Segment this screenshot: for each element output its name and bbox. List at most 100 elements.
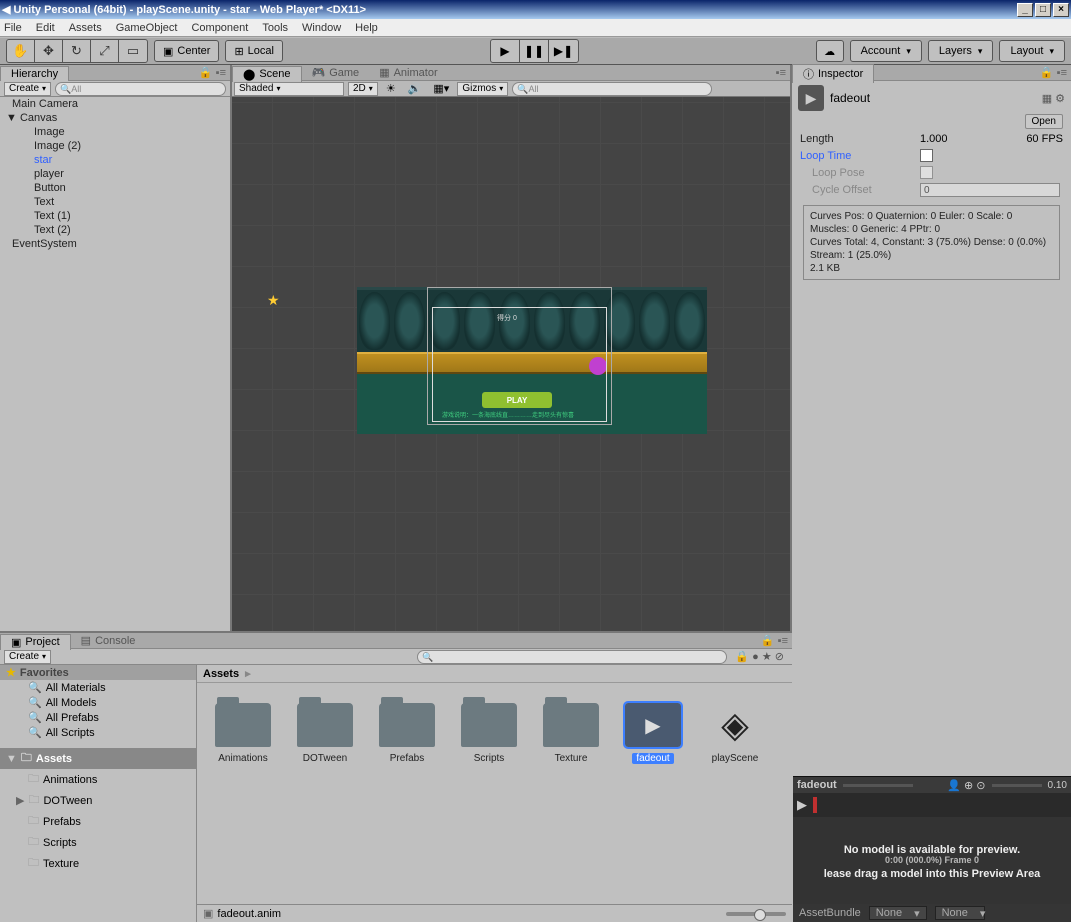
tree-item[interactable]: ▶🗀DOTween <box>0 790 196 811</box>
project-icon: ▣ <box>11 636 21 649</box>
console-icon: ▤ <box>81 634 91 647</box>
context-icon[interactable]: ▦ ⚙ <box>1042 92 1065 105</box>
icon-size-slider[interactable] <box>726 912 786 916</box>
project-footer: ▣ fadeout.anim <box>197 904 792 922</box>
menu-gameobject[interactable]: GameObject <box>116 22 178 34</box>
main-toolbar: ✋ ✥ ↻ ⤢ ▭ ▣Center ⊞Local ▶ ❚❚ ▶❚ ☁ Accou… <box>0 37 1071 65</box>
shading-dropdown[interactable]: Shaded <box>234 82 344 96</box>
assets-header[interactable]: ▼🗀Assets <box>0 748 196 769</box>
preview-header[interactable]: fadeout 👤 ⊕ ⊙ 0.10 <box>793 777 1071 793</box>
pivot-local-button[interactable]: ⊞Local <box>225 40 283 62</box>
layout-dropdown[interactable]: Layout <box>999 40 1065 62</box>
lighting-toggle-icon[interactable]: ☀ <box>382 82 400 95</box>
step-button[interactable]: ▶❚ <box>549 40 578 62</box>
breadcrumb[interactable]: Assets▸ <box>197 665 792 683</box>
fps-value: 60 FPS <box>1026 133 1063 145</box>
tree-item[interactable]: 🗀Scripts <box>0 832 196 853</box>
hierarchy-item[interactable]: Text (1) <box>0 209 230 223</box>
hierarchy-item[interactable]: ▼ Canvas <box>0 111 230 125</box>
panel-lock-icon[interactable]: 🔒 ▪≡ <box>195 66 230 79</box>
inspector-header: ▶ fadeout ▦ ⚙ <box>792 81 1071 115</box>
hierarchy-item[interactable]: Main Camera <box>0 97 230 111</box>
layers-dropdown[interactable]: Layers <box>928 40 994 62</box>
menu-component[interactable]: Component <box>191 22 248 34</box>
tree-item[interactable]: 🗀Texture <box>0 853 196 874</box>
menu-assets[interactable]: Assets <box>69 22 102 34</box>
hierarchy-item[interactable]: EventSystem <box>0 237 230 251</box>
project-tab[interactable]: ▣Project <box>0 634 71 650</box>
play-button[interactable]: ▶ <box>491 40 520 62</box>
account-dropdown[interactable]: Account <box>850 40 922 62</box>
game-tab[interactable]: 🎮Game <box>302 65 370 80</box>
hierarchy-item[interactable]: Image <box>0 125 230 139</box>
hierarchy-item[interactable]: player <box>0 167 230 181</box>
expand-arrow-icon[interactable]: ▼ <box>6 112 17 124</box>
hierarchy-item[interactable]: Button <box>0 181 230 195</box>
rotate-tool[interactable]: ↻ <box>63 40 91 62</box>
project-create-dropdown[interactable]: Create <box>4 650 51 664</box>
preview-panel: fadeout 👤 ⊕ ⊙ 0.10 ▶ No model is availab… <box>793 776 1071 922</box>
project-search-input[interactable]: 🔍 <box>417 650 727 664</box>
transform-tools: ✋ ✥ ↻ ⤢ ▭ <box>6 39 148 63</box>
hierarchy-item[interactable]: Text (2) <box>0 223 230 237</box>
hand-tool[interactable]: ✋ <box>7 40 35 62</box>
maximize-button[interactable]: □ <box>1035 3 1051 17</box>
hierarchy-item[interactable]: Image (2) <box>0 139 230 153</box>
tree-item[interactable]: 🔍All Prefabs <box>0 710 196 725</box>
move-tool[interactable]: ✥ <box>35 40 63 62</box>
tree-item[interactable]: 🔍All Materials <box>0 680 196 695</box>
2d-toggle[interactable]: 2D <box>348 82 378 96</box>
audio-toggle-icon[interactable]: 🔊 <box>404 82 426 95</box>
assetbundle-dropdown[interactable]: None▾ <box>869 906 927 920</box>
loop-time-checkbox[interactable] <box>920 149 933 162</box>
minimize-button[interactable]: _ <box>1017 3 1033 17</box>
inspector-tab[interactable]: ⓘInspector <box>792 64 874 83</box>
close-button[interactable]: × <box>1053 3 1069 17</box>
preview-play-button[interactable]: ▶ <box>797 797 807 813</box>
asset-folder[interactable]: Animations <box>215 703 271 884</box>
fx-toggle-icon[interactable]: ▦▾ <box>429 82 453 95</box>
unity-scene-icon: ◈ <box>707 703 763 747</box>
tree-item[interactable]: 🗀Animations <box>0 769 196 790</box>
asset-folder[interactable]: Texture <box>543 703 599 884</box>
menu-window[interactable]: Window <box>302 22 341 34</box>
animator-tab[interactable]: ▦Animator <box>369 65 447 80</box>
loop-pose-checkbox[interactable] <box>920 166 933 179</box>
project-tree[interactable]: ★Favorites 🔍All Materials 🔍All Models 🔍A… <box>0 665 197 922</box>
menu-tools[interactable]: Tools <box>262 22 288 34</box>
rect-tool[interactable]: ▭ <box>119 40 147 62</box>
pause-button[interactable]: ❚❚ <box>520 40 549 62</box>
star-sprite[interactable]: ★ <box>267 292 280 309</box>
menu-edit[interactable]: Edit <box>36 22 55 34</box>
menu-file[interactable]: File <box>4 22 22 34</box>
asset-scene[interactable]: ◈playScene <box>707 703 763 884</box>
hierarchy-tab[interactable]: Hierarchy <box>0 66 69 81</box>
tree-item[interactable]: 🔍All Models <box>0 695 196 710</box>
favorites-header[interactable]: ★Favorites <box>0 665 196 680</box>
pivot-center-button[interactable]: ▣Center <box>154 40 219 62</box>
scene-search-input[interactable]: 🔍All <box>512 82 712 96</box>
cycle-offset-field[interactable] <box>920 183 1060 197</box>
hierarchy-item[interactable]: star <box>0 153 230 167</box>
menu-help[interactable]: Help <box>355 22 378 34</box>
preview-time: 0.10 <box>1048 780 1067 791</box>
cloud-button[interactable]: ☁ <box>816 40 844 62</box>
hierarchy-create-dropdown[interactable]: Create <box>4 82 51 96</box>
asset-folder[interactable]: Prefabs <box>379 703 435 884</box>
console-tab[interactable]: ▤Console <box>71 633 146 648</box>
scene-tab[interactable]: ⬤Scene <box>232 66 302 82</box>
tree-item[interactable]: 🗀Prefabs <box>0 811 196 832</box>
asset-folder[interactable]: Scripts <box>461 703 517 884</box>
asset-grid[interactable]: Animations DOTween Prefabs Scripts Textu… <box>197 683 792 904</box>
assetbundle-variant-dropdown[interactable]: None▾ <box>935 906 985 920</box>
filter-icons[interactable]: 🔒 ● ★ ⊘ <box>731 650 788 663</box>
gizmos-dropdown[interactable]: Gizmos <box>457 82 508 96</box>
asset-animation[interactable]: ▶fadeout <box>625 703 681 884</box>
tree-item[interactable]: 🔍All Scripts <box>0 725 196 740</box>
asset-folder[interactable]: DOTween <box>297 703 353 884</box>
curves-info: Curves Pos: 0 Quaternion: 0 Euler: 0 Sca… <box>803 205 1060 280</box>
scale-tool[interactable]: ⤢ <box>91 40 119 62</box>
hierarchy-item[interactable]: Text <box>0 195 230 209</box>
hierarchy-search-input[interactable]: 🔍All <box>55 82 226 96</box>
preview-tools-icon[interactable]: 👤 ⊕ ⊙ <box>947 779 985 792</box>
